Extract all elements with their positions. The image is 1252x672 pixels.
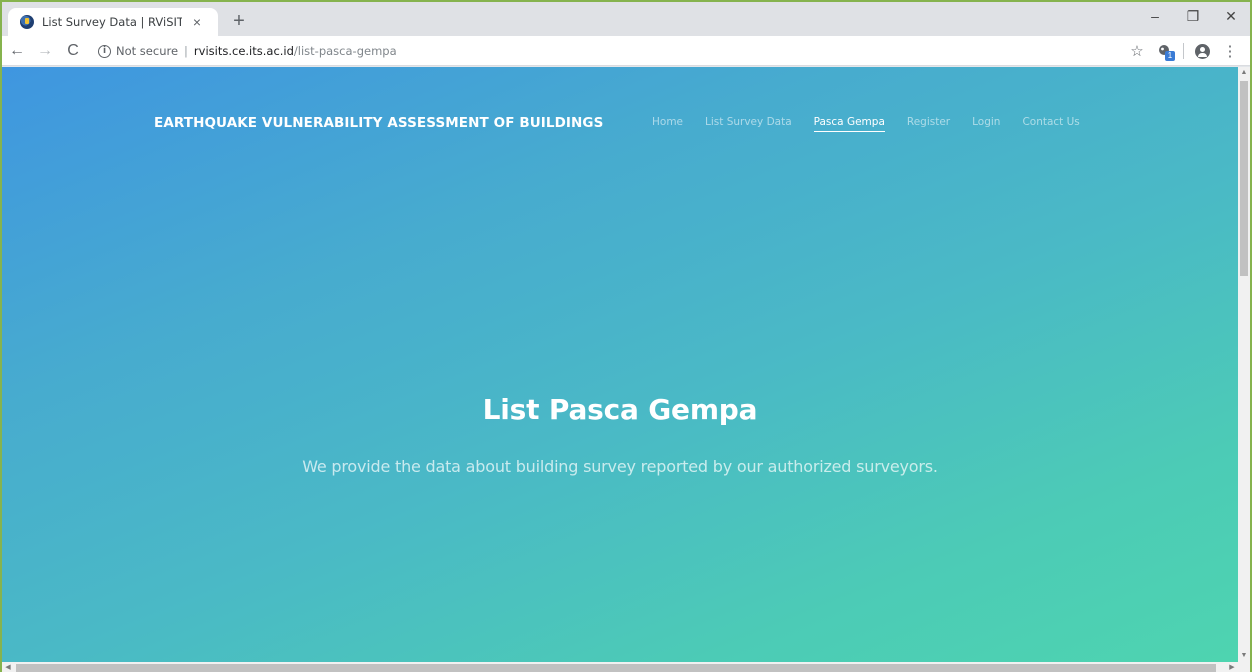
- horizontal-scroll-thumb[interactable]: [16, 664, 1216, 672]
- tab-title: List Survey Data | RViSITS: [42, 15, 182, 29]
- page-title: List Pasca Gempa: [482, 393, 758, 426]
- hero-section: EARTHQUAKE VULNERABILITY ASSESSMENT OF B…: [2, 67, 1238, 662]
- toolbar-actions: ☆ 1 ⋮: [1123, 38, 1244, 64]
- window-controls: – ❐ ✕: [1136, 2, 1250, 30]
- browser-tab[interactable]: List Survey Data | RViSITS ×: [8, 8, 218, 36]
- tab-close-icon[interactable]: ×: [188, 13, 206, 31]
- scroll-down-arrow-icon[interactable]: ▼: [1238, 650, 1250, 662]
- nav-pasca-gempa[interactable]: Pasca Gempa: [813, 116, 885, 132]
- bookmark-star-icon[interactable]: ☆: [1123, 38, 1151, 64]
- profile-button[interactable]: [1188, 38, 1216, 64]
- scroll-right-arrow-icon[interactable]: ▶: [1226, 662, 1238, 672]
- url-path: /list-pasca-gempa: [293, 44, 397, 58]
- site-brand[interactable]: EARTHQUAKE VULNERABILITY ASSESSMENT OF B…: [154, 115, 603, 131]
- address-separator: |: [184, 44, 188, 58]
- close-window-button[interactable]: ✕: [1212, 2, 1250, 30]
- menu-button[interactable]: ⋮: [1216, 38, 1244, 64]
- toolbar-divider: [1183, 43, 1184, 59]
- extension-badge: 1: [1165, 51, 1175, 61]
- new-tab-button[interactable]: +: [228, 11, 250, 33]
- profile-icon: [1194, 43, 1210, 59]
- scroll-left-arrow-icon[interactable]: ◀: [2, 662, 14, 672]
- security-label: Not secure: [116, 44, 179, 58]
- nav-login[interactable]: Login: [972, 116, 1000, 132]
- page-subtitle: We provide the data about building surve…: [302, 457, 938, 476]
- info-icon[interactable]: i: [98, 44, 111, 58]
- nav-register[interactable]: Register: [907, 116, 950, 132]
- vertical-scrollbar[interactable]: ▲ ▼: [1238, 67, 1250, 662]
- tab-strip: List Survey Data | RViSITS × + – ❐ ✕: [2, 2, 1250, 36]
- browser-toolbar: ← → C i Not secure | rvisits.ce.its.ac.i…: [2, 36, 1250, 66]
- nav-home[interactable]: Home: [652, 116, 683, 132]
- site-nav: Home List Survey Data Pasca Gempa Regist…: [652, 116, 1080, 132]
- vertical-scroll-thumb[interactable]: [1240, 81, 1248, 276]
- nav-contact-us[interactable]: Contact Us: [1022, 116, 1079, 132]
- horizontal-scrollbar[interactable]: ◀ ▶: [2, 662, 1250, 672]
- forward-button[interactable]: →: [32, 38, 58, 64]
- back-button[interactable]: ←: [4, 38, 30, 64]
- maximize-button[interactable]: ❐: [1174, 2, 1212, 30]
- minimize-button[interactable]: –: [1136, 2, 1174, 30]
- reload-button[interactable]: C: [60, 38, 86, 64]
- rvisits-favicon-icon: [20, 15, 34, 29]
- extension-icon[interactable]: 1: [1151, 38, 1179, 64]
- address-bar[interactable]: i Not secure | rvisits.ce.its.ac.id /lis…: [94, 40, 1150, 62]
- url-host: rvisits.ce.its.ac.id: [193, 44, 294, 58]
- page-viewport: EARTHQUAKE VULNERABILITY ASSESSMENT OF B…: [2, 67, 1238, 662]
- nav-list-survey-data[interactable]: List Survey Data: [705, 116, 792, 132]
- scroll-up-arrow-icon[interactable]: ▲: [1238, 67, 1250, 79]
